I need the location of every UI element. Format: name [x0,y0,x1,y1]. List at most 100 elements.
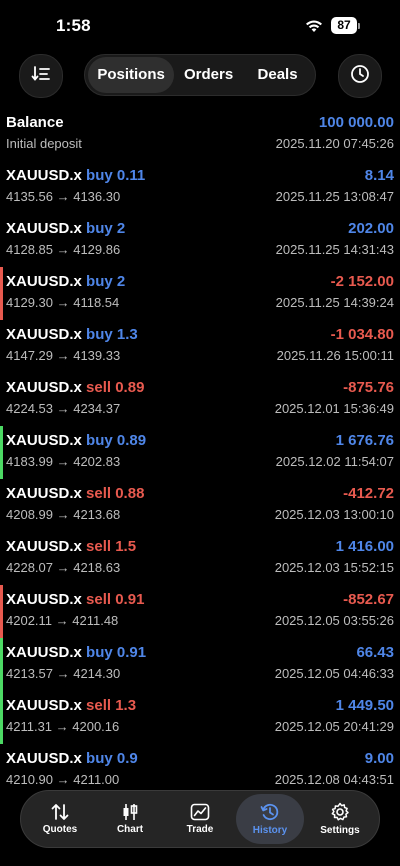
deal-title: XAUUSD.x buy 0.91 [6,644,146,661]
deal-profit: -1 034.80 [330,326,394,343]
deal-prices: 4128.85 → 4129.86 [6,242,121,257]
status-indicators: 87 [305,17,360,34]
battery-icon: 87 [331,17,360,34]
deal-symbol: XAUUSD.x [6,538,82,555]
deal-time: 2025.12.02 11:54:07 [275,454,394,469]
deal-indicator-bar [0,267,3,320]
deal-symbol: XAUUSD.x [6,220,82,237]
deal-row[interactable]: XAUUSD.x buy 2 4129.30 → 4118.54 -2 152.00… [0,267,400,320]
deal-time: 2025.12.03 13:00:10 [274,507,394,522]
balance-row[interactable]: Balance Initial deposit 100 000.00 2025.… [0,108,400,161]
deal-row[interactable]: XAUUSD.x buy 0.11 4135.56 → 4136.30 8.14 20… [0,161,400,214]
deal-title: XAUUSD.x buy 0.89 [6,432,146,449]
deal-indicator-bar [0,691,3,744]
deal-symbol: XAUUSD.x [6,432,82,449]
deal-symbol: XAUUSD.x [6,485,82,502]
deal-row[interactable]: XAUUSD.x sell 0.88 4208.99 → 4213.68 -412.… [0,479,400,532]
deal-row[interactable]: XAUUSD.x sell 0.91 4202.11 → 4211.48 -852.… [0,585,400,638]
tab-label: Chart [116,824,144,835]
deal-side: buy 0.9 [86,750,138,767]
deal-prices: 4183.99 → 4202.83 [6,454,121,469]
deal-prices: 4213.57 → 4214.30 [6,666,121,681]
deal-title: XAUUSD.x sell 1.5 [6,538,136,555]
tab-history[interactable]: History [236,794,304,844]
deal-side: sell 1.5 [86,538,137,555]
deal-symbol: XAUUSD.x [6,697,82,714]
tab-orders[interactable]: Orders [174,57,243,93]
deal-row[interactable]: XAUUSD.x buy 0.89 4183.99 → 4202.83 1 676.… [0,426,400,479]
deal-side: sell 0.88 [86,485,145,502]
deal-side: buy 2 [86,273,126,290]
status-bar: 1:58 87 [0,0,400,52]
deal-prices: 4202.11 → 4211.48 [6,613,119,628]
deal-time: 2025.11.25 14:39:24 [275,295,394,310]
tab-settings[interactable]: Settings [306,794,374,844]
period-button[interactable] [338,54,382,98]
tab-positions[interactable]: Positions [88,57,175,93]
deal-title: XAUUSD.x buy 0.9 [6,750,138,767]
deal-symbol: XAUUSD.x [6,379,82,396]
deal-side: buy 2 [86,220,126,237]
deal-title: XAUUSD.x buy 0.11 [6,167,145,184]
deal-time: 2025.12.08 04:43:51 [274,772,394,787]
deal-time: 2025.12.05 20:41:29 [274,719,394,734]
deal-prices: 4228.07 → 4218.63 [6,560,121,575]
deal-row[interactable]: XAUUSD.x buy 0.91 4213.57 → 4214.30 66.43 2… [0,638,400,691]
deal-row[interactable]: XAUUSD.x buy 2 4128.85 → 4129.86 202.00 202… [0,214,400,267]
deal-title: XAUUSD.x sell 0.88 [6,485,144,502]
deal-side: sell 1.3 [86,697,137,714]
tab-chart[interactable]: Chart [96,794,164,844]
settings-icon [330,802,350,825]
balance-subtitle: Initial deposit [6,136,82,151]
chart-icon [120,803,140,824]
deal-profit: 1 449.50 [335,697,394,714]
deal-symbol: XAUUSD.x [6,167,82,184]
deal-profit: 8.14 [364,167,394,184]
history-list: Balance Initial deposit 100 000.00 2025.… [0,108,400,797]
deal-row[interactable]: XAUUSD.x buy 1.3 4147.29 → 4139.33 -1 034.… [0,320,400,373]
deal-profit: 1 676.76 [335,432,394,449]
deal-prices: 4211.31 → 4200.16 [6,719,120,734]
quotes-icon [50,803,70,824]
deal-profit: 66.43 [356,644,394,661]
sort-button[interactable] [19,54,63,98]
history-icon [260,802,280,825]
deal-side: buy 0.11 [86,167,146,184]
deal-profit: -852.67 [343,591,394,608]
deal-side: buy 0.91 [86,644,147,661]
wifi-icon [305,19,323,33]
deal-symbol: XAUUSD.x [6,591,82,608]
deal-prices: 4208.99 → 4213.68 [6,507,121,522]
balance-title: Balance [6,114,64,131]
deal-indicator-bar [0,426,3,479]
balance-amount: 100 000.00 [318,114,394,131]
deal-row[interactable]: XAUUSD.x sell 1.3 4211.31 → 4200.16 1 449.… [0,691,400,744]
deal-profit: 202.00 [348,220,394,237]
battery-level: 87 [331,17,357,34]
deal-row[interactable]: XAUUSD.x sell 1.5 4228.07 → 4218.63 1 416.… [0,532,400,585]
trade-icon [190,803,210,824]
tab-quotes[interactable]: Quotes [26,794,94,844]
tab-trade[interactable]: Trade [166,794,234,844]
deal-time: 2025.12.03 15:52:15 [274,560,394,575]
deal-row[interactable]: XAUUSD.x sell 0.89 4224.53 → 4234.37 -875.… [0,373,400,426]
deal-title: XAUUSD.x sell 0.91 [6,591,144,608]
deal-time: 2025.11.25 13:08:47 [275,189,394,204]
deal-indicator-bar [0,585,3,638]
deal-time: 2025.11.26 15:00:11 [276,348,394,363]
deal-indicator-bar [0,638,3,691]
deal-title: XAUUSD.x buy 2 [6,273,125,290]
balance-time: 2025.11.20 07:45:26 [275,136,394,151]
deal-profit: -412.72 [343,485,394,502]
deal-prices: 4147.29 → 4139.33 [6,348,121,363]
deal-symbol: XAUUSD.x [6,273,82,290]
deal-title: XAUUSD.x sell 0.89 [6,379,144,396]
deal-time: 2025.12.05 03:55:26 [274,613,394,628]
tab-deals[interactable]: Deals [243,57,312,93]
deal-symbol: XAUUSD.x [6,750,82,767]
deal-side: buy 1.3 [86,326,138,343]
view-segmented-control: Positions Orders Deals [84,54,316,96]
sort-icon [31,65,51,88]
deal-symbol: XAUUSD.x [6,644,82,661]
tab-label: Trade [186,824,214,835]
